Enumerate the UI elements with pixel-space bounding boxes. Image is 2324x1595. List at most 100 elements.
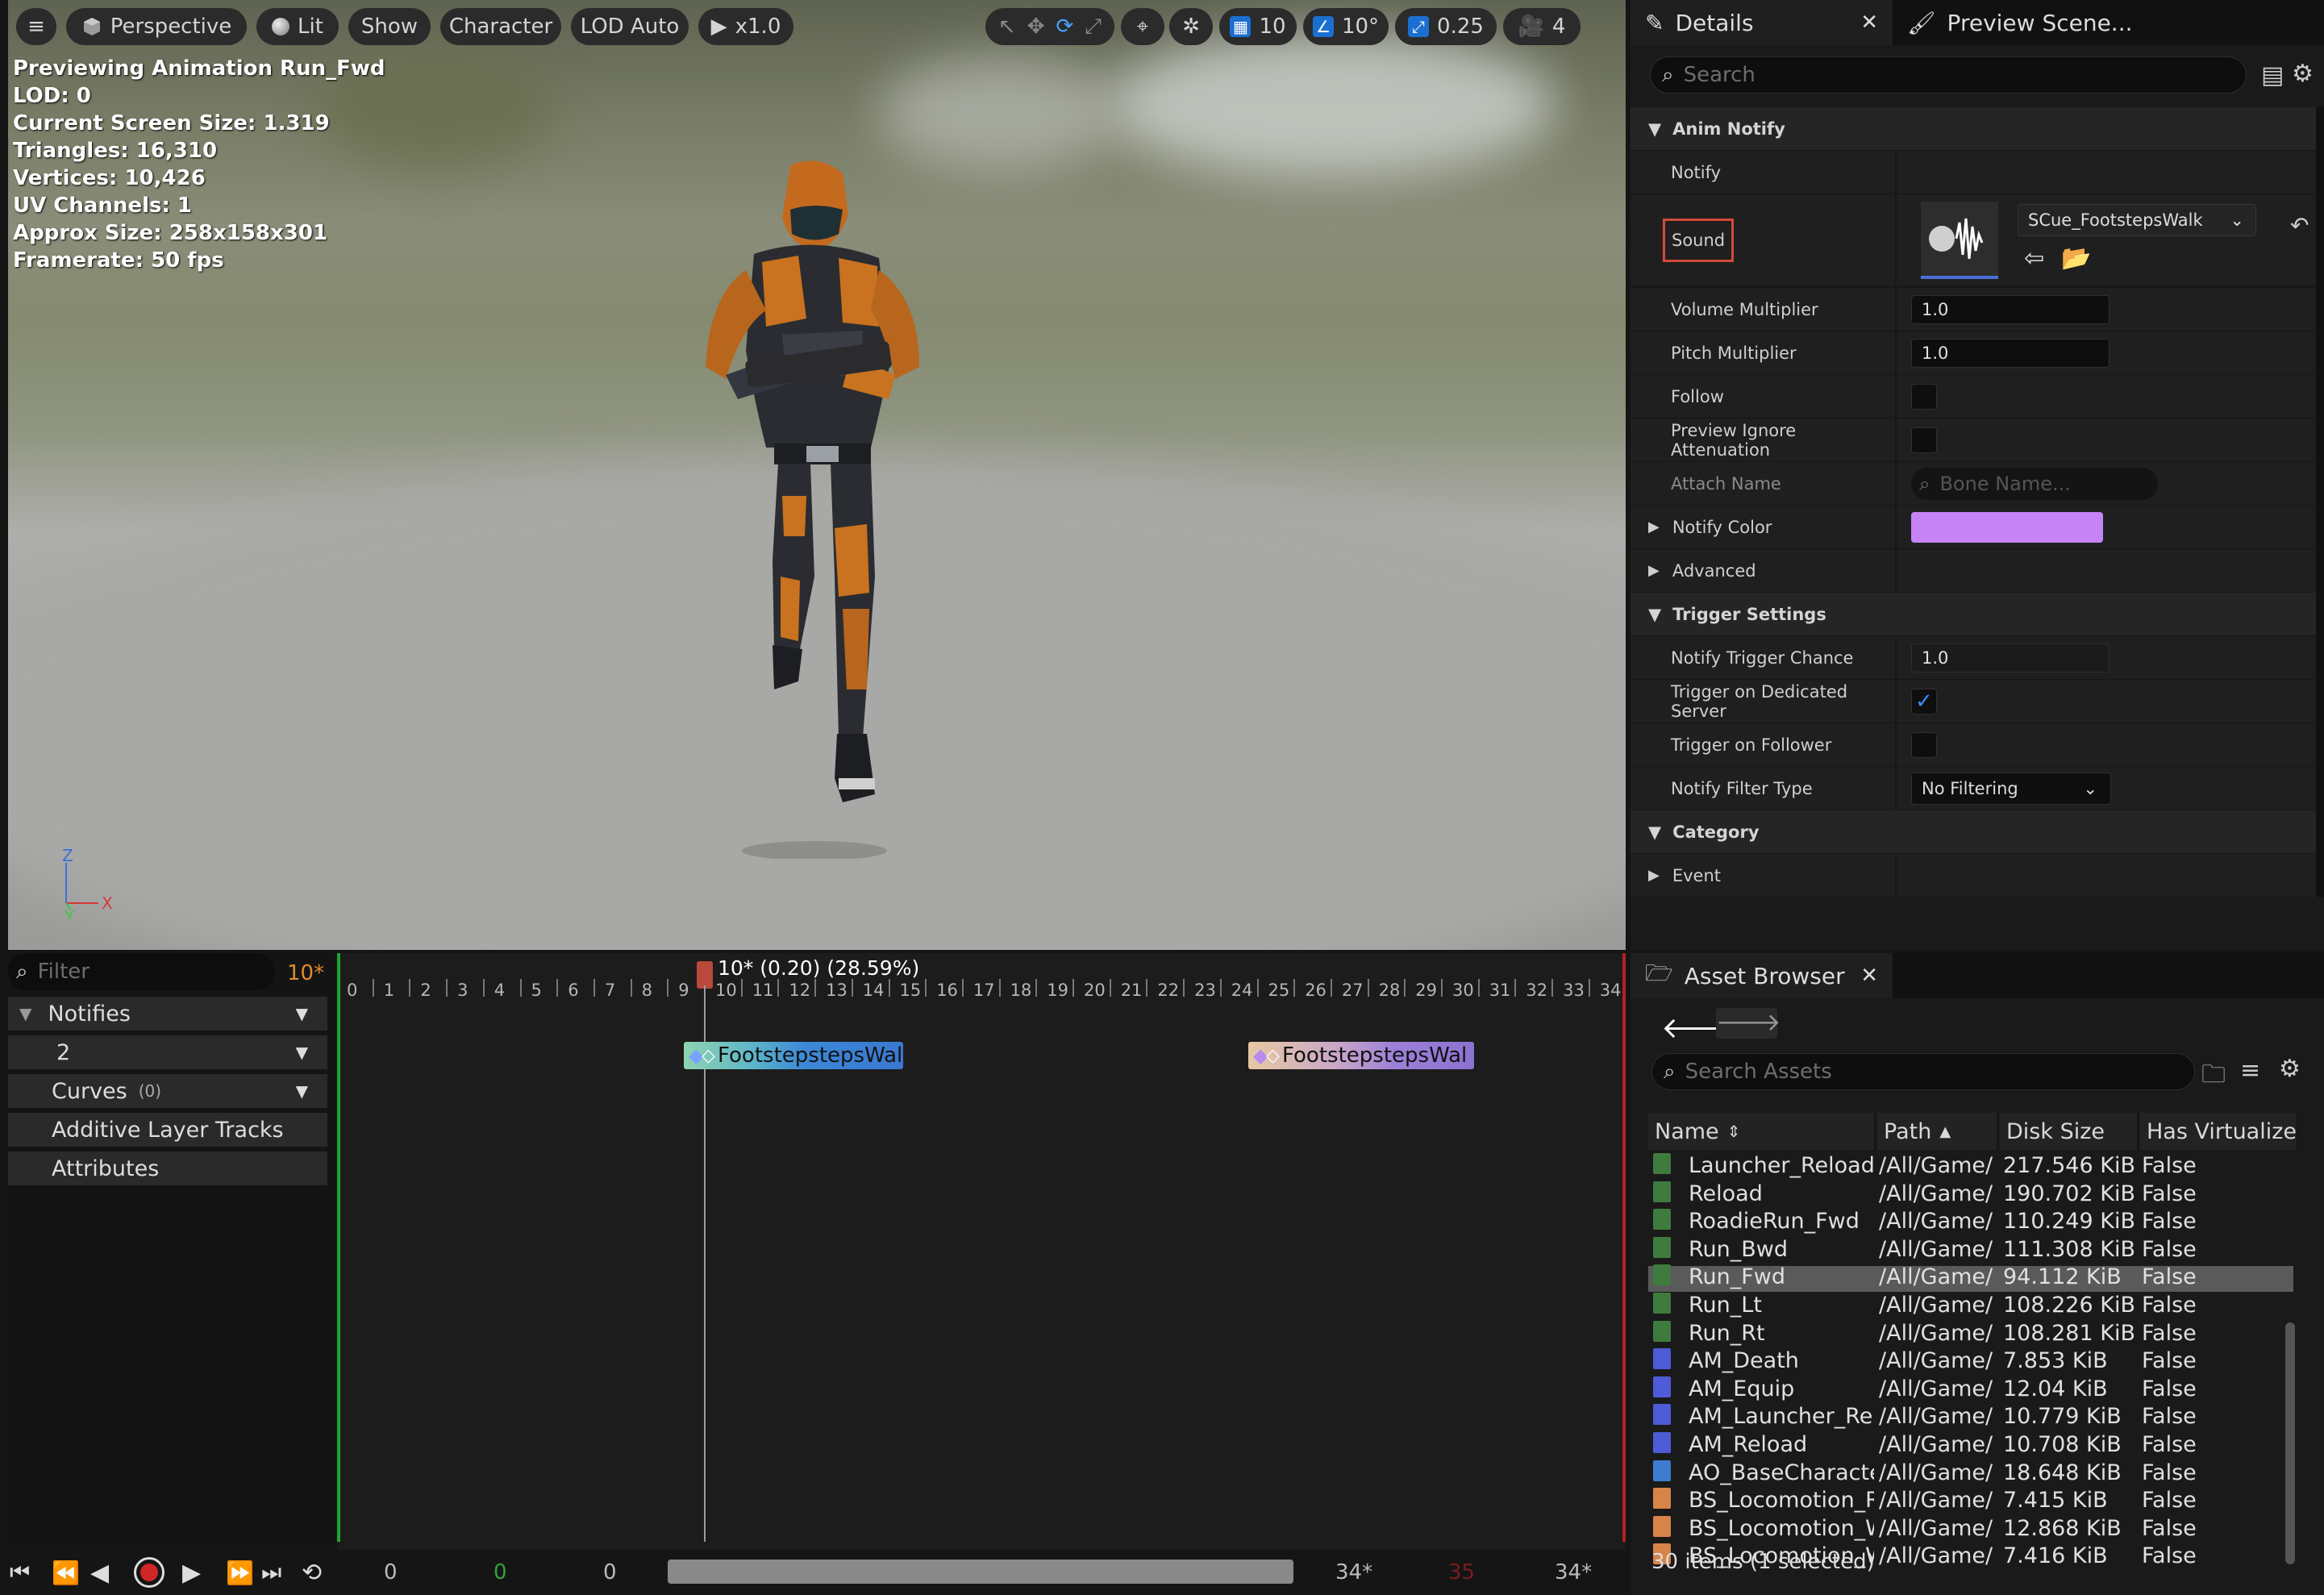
follow-checkbox[interactable] bbox=[1911, 383, 1937, 410]
asset-row[interactable]: Run_Bwd/All/Game/111.308 KiB False bbox=[1648, 1236, 2293, 1264]
start-frame[interactable]: 0 bbox=[384, 1560, 398, 1585]
timeline-scrollbar[interactable] bbox=[668, 1560, 1293, 1584]
time-ruler[interactable]: 0 1 2 3 4 5 6 7 8 9 10 11 12 13 14 15 16 17 18 19 20 21 22 23 24… bbox=[337, 971, 1626, 1003]
asset-row[interactable]: Run_Lt/All/Game/108.226 KiB False bbox=[1648, 1293, 2293, 1320]
lit-button[interactable]: Lit bbox=[256, 8, 339, 45]
pitch-multiplier-input[interactable]: 1.0 bbox=[1911, 338, 2110, 368]
end-frame[interactable]: 34* bbox=[1335, 1560, 1372, 1585]
category-anim-notify[interactable]: ▼ Anim Notify bbox=[1631, 106, 2324, 150]
asset-row[interactable]: AM_Equip/All/Game/12.04 KiB False bbox=[1648, 1376, 2293, 1404]
step-back-icon[interactable]: ⏪ bbox=[52, 1560, 80, 1586]
preview-ignore-attenuation-checkbox[interactable] bbox=[1911, 427, 1937, 453]
gear-icon[interactable]: ⚙ bbox=[2279, 1055, 2301, 1083]
dedicated-server-checkbox[interactable]: ✓ bbox=[1911, 688, 1937, 714]
asset-row[interactable]: BS_Locomotion_Wa/All/Game/12.868 KiB Fals… bbox=[1648, 1515, 2293, 1543]
category-trigger-settings[interactable]: ▼ Trigger Settings bbox=[1631, 592, 2324, 635]
play-reverse-icon[interactable]: ◀ bbox=[90, 1559, 109, 1587]
show-button[interactable]: Show bbox=[348, 8, 431, 45]
range-start-frame[interactable]: 0 bbox=[603, 1560, 617, 1585]
track-curves[interactable]: Curves (0) ▼ bbox=[8, 1074, 327, 1108]
camera-speed-button[interactable]: 🎥 4 bbox=[1503, 8, 1581, 45]
close-icon[interactable]: ✕ bbox=[1860, 964, 1878, 988]
track-notify-2[interactable]: 2 ▼ bbox=[8, 1035, 327, 1069]
tab-asset-browser[interactable]: 🗁 Asset Browser ✕ bbox=[1631, 953, 1893, 998]
skip-end-icon[interactable]: ⏭ bbox=[261, 1559, 281, 1586]
attach-name-input[interactable]: ⌕ Bone Name... bbox=[1911, 467, 2158, 500]
dropdown-arrow-icon[interactable]: ▼ bbox=[296, 1004, 308, 1023]
loop-icon[interactable]: ⟲ bbox=[302, 1559, 322, 1587]
notify-footsteps-2[interactable]: ◆ ◇ FootstepstepsWal bbox=[1248, 1042, 1474, 1069]
view-end-frame[interactable]: 34* bbox=[1555, 1560, 1592, 1585]
play-icon[interactable]: ▶ bbox=[182, 1559, 201, 1587]
scale-icon[interactable]: ⤢ bbox=[1085, 15, 1102, 40]
asset-row[interactable]: Run_Fwd/All/Game/94.112 KiB False bbox=[1648, 1264, 2293, 1293]
track-notifies[interactable]: ▼ Notifies ▼ bbox=[8, 997, 327, 1031]
record-icon[interactable] bbox=[134, 1557, 165, 1588]
notify-color-swatch[interactable] bbox=[1911, 511, 2103, 543]
rotate-icon[interactable]: ⟳ bbox=[1056, 15, 1074, 39]
notify-footsteps-1[interactable]: ◆ ◇ FootstepstepsWal bbox=[684, 1042, 903, 1069]
asset-row[interactable]: AM_Launcher_Reloa/All/Game/10.779 KiB Fal… bbox=[1648, 1404, 2293, 1431]
asset-row[interactable]: BS_Locomotion_Ru/All/Game/7.415 KiB False bbox=[1648, 1488, 2293, 1515]
asset-row[interactable]: AM_Death/All/Game/7.853 KiB False bbox=[1648, 1348, 2293, 1376]
asset-row[interactable]: AO_BaseCharacter/All/Game/18.648 KiB Fals… bbox=[1648, 1460, 2293, 1488]
playhead[interactable] bbox=[697, 961, 713, 989]
current-frame[interactable]: 0 bbox=[494, 1560, 507, 1585]
track-attributes[interactable]: Attributes bbox=[8, 1151, 327, 1185]
asset-search-input[interactable]: ⌕ Search Assets bbox=[1651, 1053, 2195, 1090]
asset-row[interactable]: Launcher_Reload/All/Game/217.546 KiB Fals… bbox=[1648, 1153, 2293, 1181]
column-has-virtualized[interactable]: Has Virtualize bbox=[2140, 1113, 2298, 1150]
skip-start-icon[interactable]: ⏮ bbox=[10, 1559, 30, 1586]
close-icon[interactable]: ✕ bbox=[1860, 10, 1878, 35]
tab-preview-scene[interactable]: 🖌 Preview Scene... bbox=[1893, 0, 2147, 45]
chevron-right-icon[interactable]: ▶ bbox=[1648, 518, 1660, 535]
grid-snap-button[interactable]: ▦ 10 bbox=[1219, 8, 1297, 45]
timeline-filter-input[interactable]: ⌕ Filter bbox=[8, 953, 274, 990]
tab-details[interactable]: ✎ Details ✕ bbox=[1631, 0, 1893, 45]
perspective-button[interactable]: Perspective bbox=[66, 8, 247, 45]
browse-icon[interactable]: 📂 bbox=[2061, 244, 2091, 273]
details-search-input[interactable]: ⌕ Search bbox=[1650, 56, 2247, 94]
play-speed-button[interactable]: ▶ x1.0 bbox=[698, 8, 793, 45]
character-button[interactable]: Character bbox=[440, 8, 561, 45]
timeline-track-area[interactable]: 0 1 2 3 4 5 6 7 8 9 10 11 12 13 14 15 16 17 18 19 20 21 22 23 24… bbox=[337, 953, 1626, 1550]
dropdown-arrow-icon[interactable]: ▼ bbox=[296, 1081, 308, 1101]
character-mesh[interactable] bbox=[677, 157, 943, 859]
viewport-menu-button[interactable]: ≡ bbox=[16, 8, 56, 45]
asset-scrollbar[interactable] bbox=[2285, 1322, 2295, 1564]
forward-arrow-icon[interactable]: 🡒 bbox=[1716, 1008, 1780, 1039]
folder-icon[interactable]: 🗀 bbox=[2201, 1056, 2226, 1097]
scale-snap-button[interactable]: ⤢ 0.25 bbox=[1395, 8, 1497, 45]
row-advanced[interactable]: ▶ Advanced bbox=[1631, 548, 2324, 592]
trigger-chance-input[interactable]: 1.0 bbox=[1911, 643, 2110, 673]
lod-button[interactable]: LOD Auto bbox=[571, 8, 689, 45]
filter-type-dropdown[interactable]: No Filtering ⌄ bbox=[1911, 772, 2111, 805]
use-selected-icon[interactable]: ⇦ bbox=[2024, 244, 2044, 273]
sound-asset-dropdown[interactable]: SCue_FootstepsWalk ⌄ bbox=[2018, 204, 2256, 236]
sound-thumbnail[interactable] bbox=[1921, 201, 1998, 279]
trigger-follower-checkbox[interactable] bbox=[1911, 731, 1937, 758]
track-additive-layer[interactable]: Additive Layer Tracks bbox=[8, 1113, 327, 1147]
end-frame-red[interactable]: 35 bbox=[1448, 1560, 1475, 1585]
row-event[interactable]: ▶ Event bbox=[1631, 853, 2324, 897]
asset-row[interactable]: Reload/All/Game/190.702 KiB False bbox=[1648, 1181, 2293, 1209]
asset-row[interactable]: RoadieRun_Fwd/All/Game/110.249 KiB False bbox=[1648, 1209, 2293, 1236]
translate-icon[interactable]: ✥ bbox=[1027, 15, 1045, 39]
column-path[interactable]: Path ▲ bbox=[1877, 1113, 1998, 1150]
step-forward-icon[interactable]: ⏩ bbox=[226, 1560, 254, 1586]
dropdown-arrow-icon[interactable]: ▼ bbox=[296, 1043, 308, 1062]
volume-multiplier-input[interactable]: 1.0 bbox=[1911, 294, 2110, 324]
reset-icon[interactable]: ↶ bbox=[2290, 212, 2309, 239]
details-scrollbar[interactable] bbox=[2316, 106, 2324, 897]
column-disk-size[interactable]: Disk Size bbox=[2000, 1113, 2139, 1150]
category-category[interactable]: ▼ Category bbox=[1631, 810, 2324, 853]
column-name[interactable]: Name ⇕ bbox=[1648, 1113, 1876, 1150]
asset-row[interactable]: Run_Rt/All/Game/108.281 KiB False bbox=[1648, 1320, 2293, 1348]
select-icon[interactable]: ↖ bbox=[998, 15, 1016, 39]
preview-viewport[interactable]: ≡ Perspective Lit Show Character LOD Aut… bbox=[8, 0, 1626, 950]
surface-snap-button[interactable]: ✲ bbox=[1169, 8, 1213, 45]
angle-snap-button[interactable]: ∠ 10° bbox=[1303, 8, 1389, 45]
gear-icon[interactable]: ⚙ bbox=[2292, 60, 2314, 88]
local-space-button[interactable]: ⌖ bbox=[1121, 8, 1164, 45]
filter-icon[interactable]: ≡ bbox=[2240, 1056, 2260, 1085]
